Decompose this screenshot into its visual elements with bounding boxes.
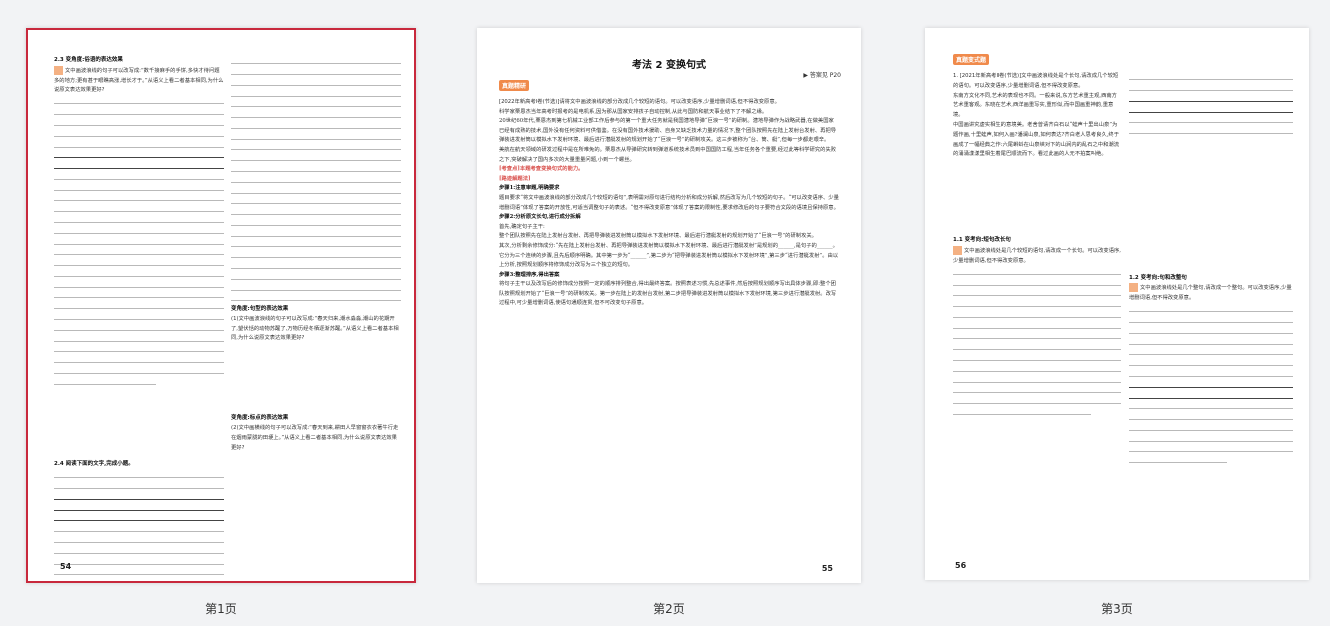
page2-step3-text: 将句子主干以及改写后的修饰成分按照一定的顺序排列整合,得出最终答案。按照表述习惯… <box>499 281 837 307</box>
page-number: 55 <box>821 564 833 573</box>
page3-sec11-title: 1.1 变考向:短句改长句 <box>953 237 1011 244</box>
page2-step3: 步骤3:整理排序,得出答案 <box>499 271 560 278</box>
page-number: 54 <box>60 562 72 571</box>
page1-sec2-title: 2.4 阅读下面的文字,完成小题。 <box>54 461 134 468</box>
page3-q1-text2: 中国画讲究虚实相生的意境美。老舍曾请齐白石以“蛙声十里出山泉”为题作画,十里蛙声… <box>953 121 1120 158</box>
tag-icon <box>54 65 63 75</box>
page2-step2-c: 其次,分析剩余修饰成分:“先在陆上发射台发射、再把导弹装进发射筒以模拟水下发射环… <box>499 242 839 269</box>
page1-right-column: 变角度:句型的表达效果 (1)文中画波浪线的句子可以改写成:“春天归来,潮水淼淼… <box>231 56 401 453</box>
page-thumbnail-2[interactable]: 考法 2 变换句式 真题精研 ▶ 答案见 P20 [2022年新高考Ⅰ卷(节选)… <box>477 28 861 583</box>
page-thumbnail-1[interactable]: 2.3 变角度:俗语的表达效果 文中画波浪线的句子可以改写成:“数千接麻手的手饼… <box>26 28 416 583</box>
page2-exam-point: [考查点]本题考查变换句式的能力。 <box>499 166 584 173</box>
page3-left-column: 1. [2021年新高考Ⅱ卷(节选)]文中画波浪线处是个长句,请改成几个较短的语… <box>953 72 1121 419</box>
page-thumbnail-3[interactable]: 真题变式题 1. [2021年新高考Ⅱ卷(节选)]文中画波浪线处是个长句,请改成… <box>925 28 1309 580</box>
page2-intro: [2022年新高考Ⅰ卷(节选)]请将文中画波浪线的部分改成几个较短的语句。可以改… <box>499 99 780 105</box>
page2-badge: 真题精研 <box>499 80 530 91</box>
page1-right-lines <box>231 57 401 302</box>
page3-right-lines-2 <box>1129 305 1293 464</box>
page1-sec1-question: 文中画波浪线的句子可以改写成:“数千接麻手的手饼,多快才待问题多的地方;更有甚于… <box>54 67 224 94</box>
page3-q1: 1. [2021年新高考Ⅱ卷(节选)]文中画波浪线处是个长句,请改成几个较短的语… <box>953 73 1119 89</box>
page2-para2: 20世纪60年代,栗恩杰到第七机械工业部工作后参与的第一个重大任务就是我国潜地导… <box>499 118 837 144</box>
page-number: 56 <box>955 561 967 570</box>
page3-sec12-title: 1.2 变考向:句和改整句 <box>1129 274 1187 281</box>
page3-right-column: 1.2 变考向:句和改整句 文中画波浪线处是几个整句,请改成一个整句。可以改变语… <box>1129 72 1293 467</box>
page2-para1: 科学家栗恩杰当年高考时报考的是电机系,因为那从国家安排孩子自动控制,从此与国防和… <box>499 108 768 115</box>
page2-title: 考法 2 变换句式 <box>632 60 706 71</box>
tag-icon <box>1129 283 1138 293</box>
header-hint <box>0 0 1330 7</box>
page1-right-sec2-title: 变角度:标点的表达效果 <box>231 415 289 422</box>
page1-passage-lines <box>54 471 224 581</box>
page2-para3: 美航在航天领域的研发过程中是在所难免的。栗恩杰从导弹研究转到弹道系统技术员到中国… <box>499 146 837 163</box>
page3-sec11-question: 文中画波浪线处是几个较短的语句,请改成一个长句。可以改变语序,少量增删词语,但不… <box>953 247 1121 264</box>
page2-body: [2022年新高考Ⅰ卷(节选)]请将文中画波浪线的部分改成几个较短的语句。可以改… <box>499 98 839 309</box>
page1-right-sec2-question: (2)文中画横线的句子可以改写成:“春天到来,耕田人早窗窗衣衣著牛行走在烟雨蒙胧… <box>231 424 399 451</box>
page1-text-lines <box>54 97 224 385</box>
page3-left-lines <box>953 268 1121 415</box>
page2-method-title: [路迹解题法] <box>499 175 531 182</box>
page-label-1[interactable]: 第1页 <box>161 600 281 617</box>
page2-step1-text: 题目要求“将文中画波浪线的部分改成几个较短的语句”,表明需对原句进行结构分析和成… <box>499 194 839 211</box>
page3-badge: 真题变式题 <box>953 54 990 65</box>
page3-right-lines <box>1129 73 1293 135</box>
page3-sec12-question: 文中画波浪线处是几个整句,请改成一个整句。可以改变语序,少量增删词语,但不得改变… <box>1129 285 1292 302</box>
page2-step2-b: 整个团队按照先在陆上发射台发射、再把导弹装进发射筒以模拟水下发射环境、最后进行潜… <box>499 233 817 240</box>
tag-icon <box>953 245 962 255</box>
page2-step2: 步骤2:分析原文长句,进行成分拆解 <box>499 214 581 221</box>
page2-step2-a: 首先,确定句子主干: <box>499 223 545 230</box>
page3-q1-text: 东南方文化不同,艺术的表现也不同。一般来说,东方艺术重主观,西南方艺术重客观。东… <box>953 92 1117 119</box>
page-label-2[interactable]: 第2页 <box>609 600 729 617</box>
page2-answer-ref: ▶ 答案见 P20 <box>803 72 841 79</box>
page1-sec1-title: 2.3 变角度:俗语的表达效果 <box>54 57 123 63</box>
page1-left-column: 2.3 变角度:俗语的表达效果 文中画波浪线的句子可以改写成:“数千接麻手的手饼… <box>54 56 224 581</box>
page2-step1: 步骤1:注意审题,明确要求 <box>499 185 560 192</box>
page1-right-sec1-question: (1)文中画波浪线的句子可以改写成:“春天归来,潮水淼淼,潮山的花期开了,望伏恬… <box>231 315 399 342</box>
page1-right-sec1-title: 变角度:句型的表达效果 <box>231 305 289 312</box>
page-label-3[interactable]: 第3页 <box>1057 600 1177 617</box>
